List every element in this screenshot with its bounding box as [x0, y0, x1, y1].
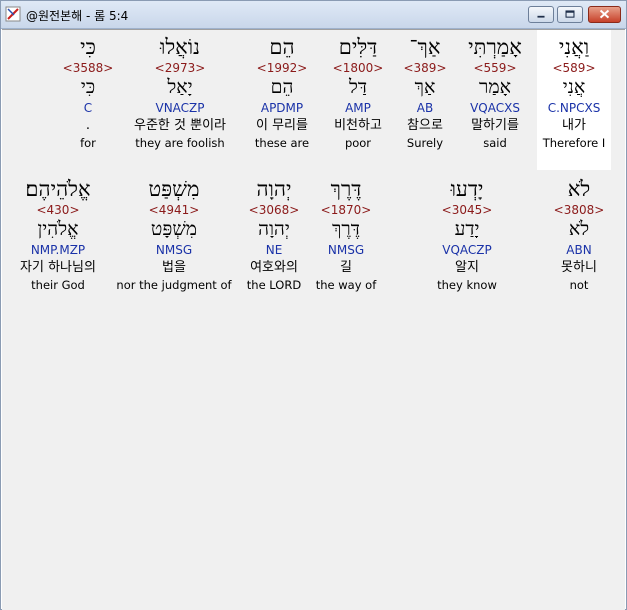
morphology-code: VQACZP: [442, 243, 492, 257]
strong-number[interactable]: <2973>: [132, 61, 228, 76]
word-cell-r2-2[interactable]: יָדְעוּ <3045> יָדַע VQACZP 알지 they know: [419, 176, 515, 293]
word-cell-r1-5[interactable]: הֵם <1992> הֵם APDMP 이 무리를 these are: [234, 34, 330, 151]
korean-gloss: 이 무리를: [256, 118, 308, 133]
morphology-code: NMSG: [155, 243, 193, 257]
hebrew-lemma: מִשְׁפָּט: [150, 218, 198, 240]
maximize-icon: [565, 10, 575, 18]
morphology-code: NE: [265, 243, 283, 257]
hebrew-word: יְהוָה: [256, 177, 292, 201]
word-cell-r2-1[interactable]: לֹא <3808> לֹא ABN 못하니 not: [531, 176, 627, 293]
hebrew-word: אֱלֹהֵיהֶם׃: [25, 177, 91, 201]
strong-number[interactable]: <3068>: [226, 203, 322, 218]
korean-gloss: 여호와의: [250, 260, 298, 275]
maximize-button[interactable]: [557, 6, 583, 23]
word-cell-r2-4[interactable]: יְהוָה <3068> יְהוָה NE 여호와의 the LORD: [226, 176, 322, 293]
hebrew-lemma: לֹא: [568, 218, 590, 240]
hebrew-lemma: כִּי: [80, 76, 96, 98]
hebrew-lemma: הֵם: [270, 76, 294, 98]
morphology-code: NMP.MZP: [30, 243, 86, 257]
hebrew-lemma: יָאַל: [167, 76, 193, 98]
strong-number[interactable]: <3588>: [40, 61, 136, 76]
word-cell-r1-7[interactable]: כִּי <3588> כִּי C . for: [40, 34, 136, 151]
korean-gloss: 자기 하나님의: [20, 260, 96, 275]
korean-gloss: 우준한 것 뿐이라: [134, 118, 226, 133]
minimize-icon: [537, 15, 545, 18]
morphology-code: APDMP: [260, 101, 304, 115]
interlinear-panel: וַאֲנִי <589> אֲנִי C.NPCXS 내가 Therefore…: [2, 29, 625, 610]
english-gloss: nor the judgment of: [116, 278, 232, 292]
korean-gloss: .: [85, 118, 91, 133]
korean-gloss: 법을: [162, 260, 186, 275]
english-gloss: they know: [437, 278, 497, 292]
hebrew-word: הֵם: [269, 35, 295, 59]
korean-gloss: 못하니: [561, 260, 597, 275]
strong-number[interactable]: <3045>: [419, 203, 515, 218]
hebrew-lemma: יְהוָה: [258, 218, 290, 240]
strong-number[interactable]: <1992>: [234, 61, 330, 76]
word-cell-r2-5[interactable]: מִשְׁפַּט <4941> מִשְׁפָּט NMSG 법을 nor t…: [108, 176, 240, 293]
hebrew-word: לֹא: [567, 177, 591, 201]
window-title: @원전본해 - 롬 5:4: [26, 9, 129, 23]
strong-number[interactable]: <3808>: [531, 203, 627, 218]
hebrew-word: כִּי: [80, 35, 96, 59]
english-gloss: for: [80, 136, 96, 150]
hebrew-word: נוֹאֲלוּ: [159, 35, 200, 59]
app-window: @원전본해 - 롬 5:4 וַאֲנִי <589> אֲנִי C.NPCX…: [0, 0, 627, 610]
english-gloss: the LORD: [246, 278, 302, 292]
app-icon[interactable]: [5, 6, 21, 22]
english-gloss: not: [569, 278, 589, 292]
hebrew-word: מִשְׁפַּט: [148, 177, 200, 201]
strong-number[interactable]: <430>: [10, 203, 106, 218]
morphology-code: VNACZP: [155, 101, 205, 115]
minimize-button[interactable]: [528, 6, 554, 23]
strong-number[interactable]: <4941>: [108, 203, 240, 218]
word-cell-r1-6[interactable]: נוֹאֲלוּ <2973> יָאַל VNACZP 우준한 것 뿐이라 t…: [132, 34, 228, 151]
close-button[interactable]: [588, 6, 621, 23]
hebrew-lemma: אֱלֹהִין: [37, 218, 79, 240]
hebrew-word: יָדְעוּ: [450, 177, 484, 201]
word-cell-r2-6[interactable]: אֱלֹהֵיהֶם׃ <430> אֱלֹהִין NMP.MZP 자기 하나…: [10, 176, 106, 293]
hebrew-lemma: יָדַע: [454, 218, 480, 240]
english-gloss: they are foolish: [135, 136, 225, 150]
close-icon: [599, 9, 610, 19]
english-gloss: their God: [31, 278, 85, 292]
korean-gloss: 알지: [455, 260, 479, 275]
morphology-code: ABN: [566, 243, 592, 257]
morphology-code: C: [83, 101, 93, 115]
english-gloss: these are: [254, 136, 310, 150]
title-bar[interactable]: @원전본해 - 롬 5:4: [1, 1, 626, 29]
